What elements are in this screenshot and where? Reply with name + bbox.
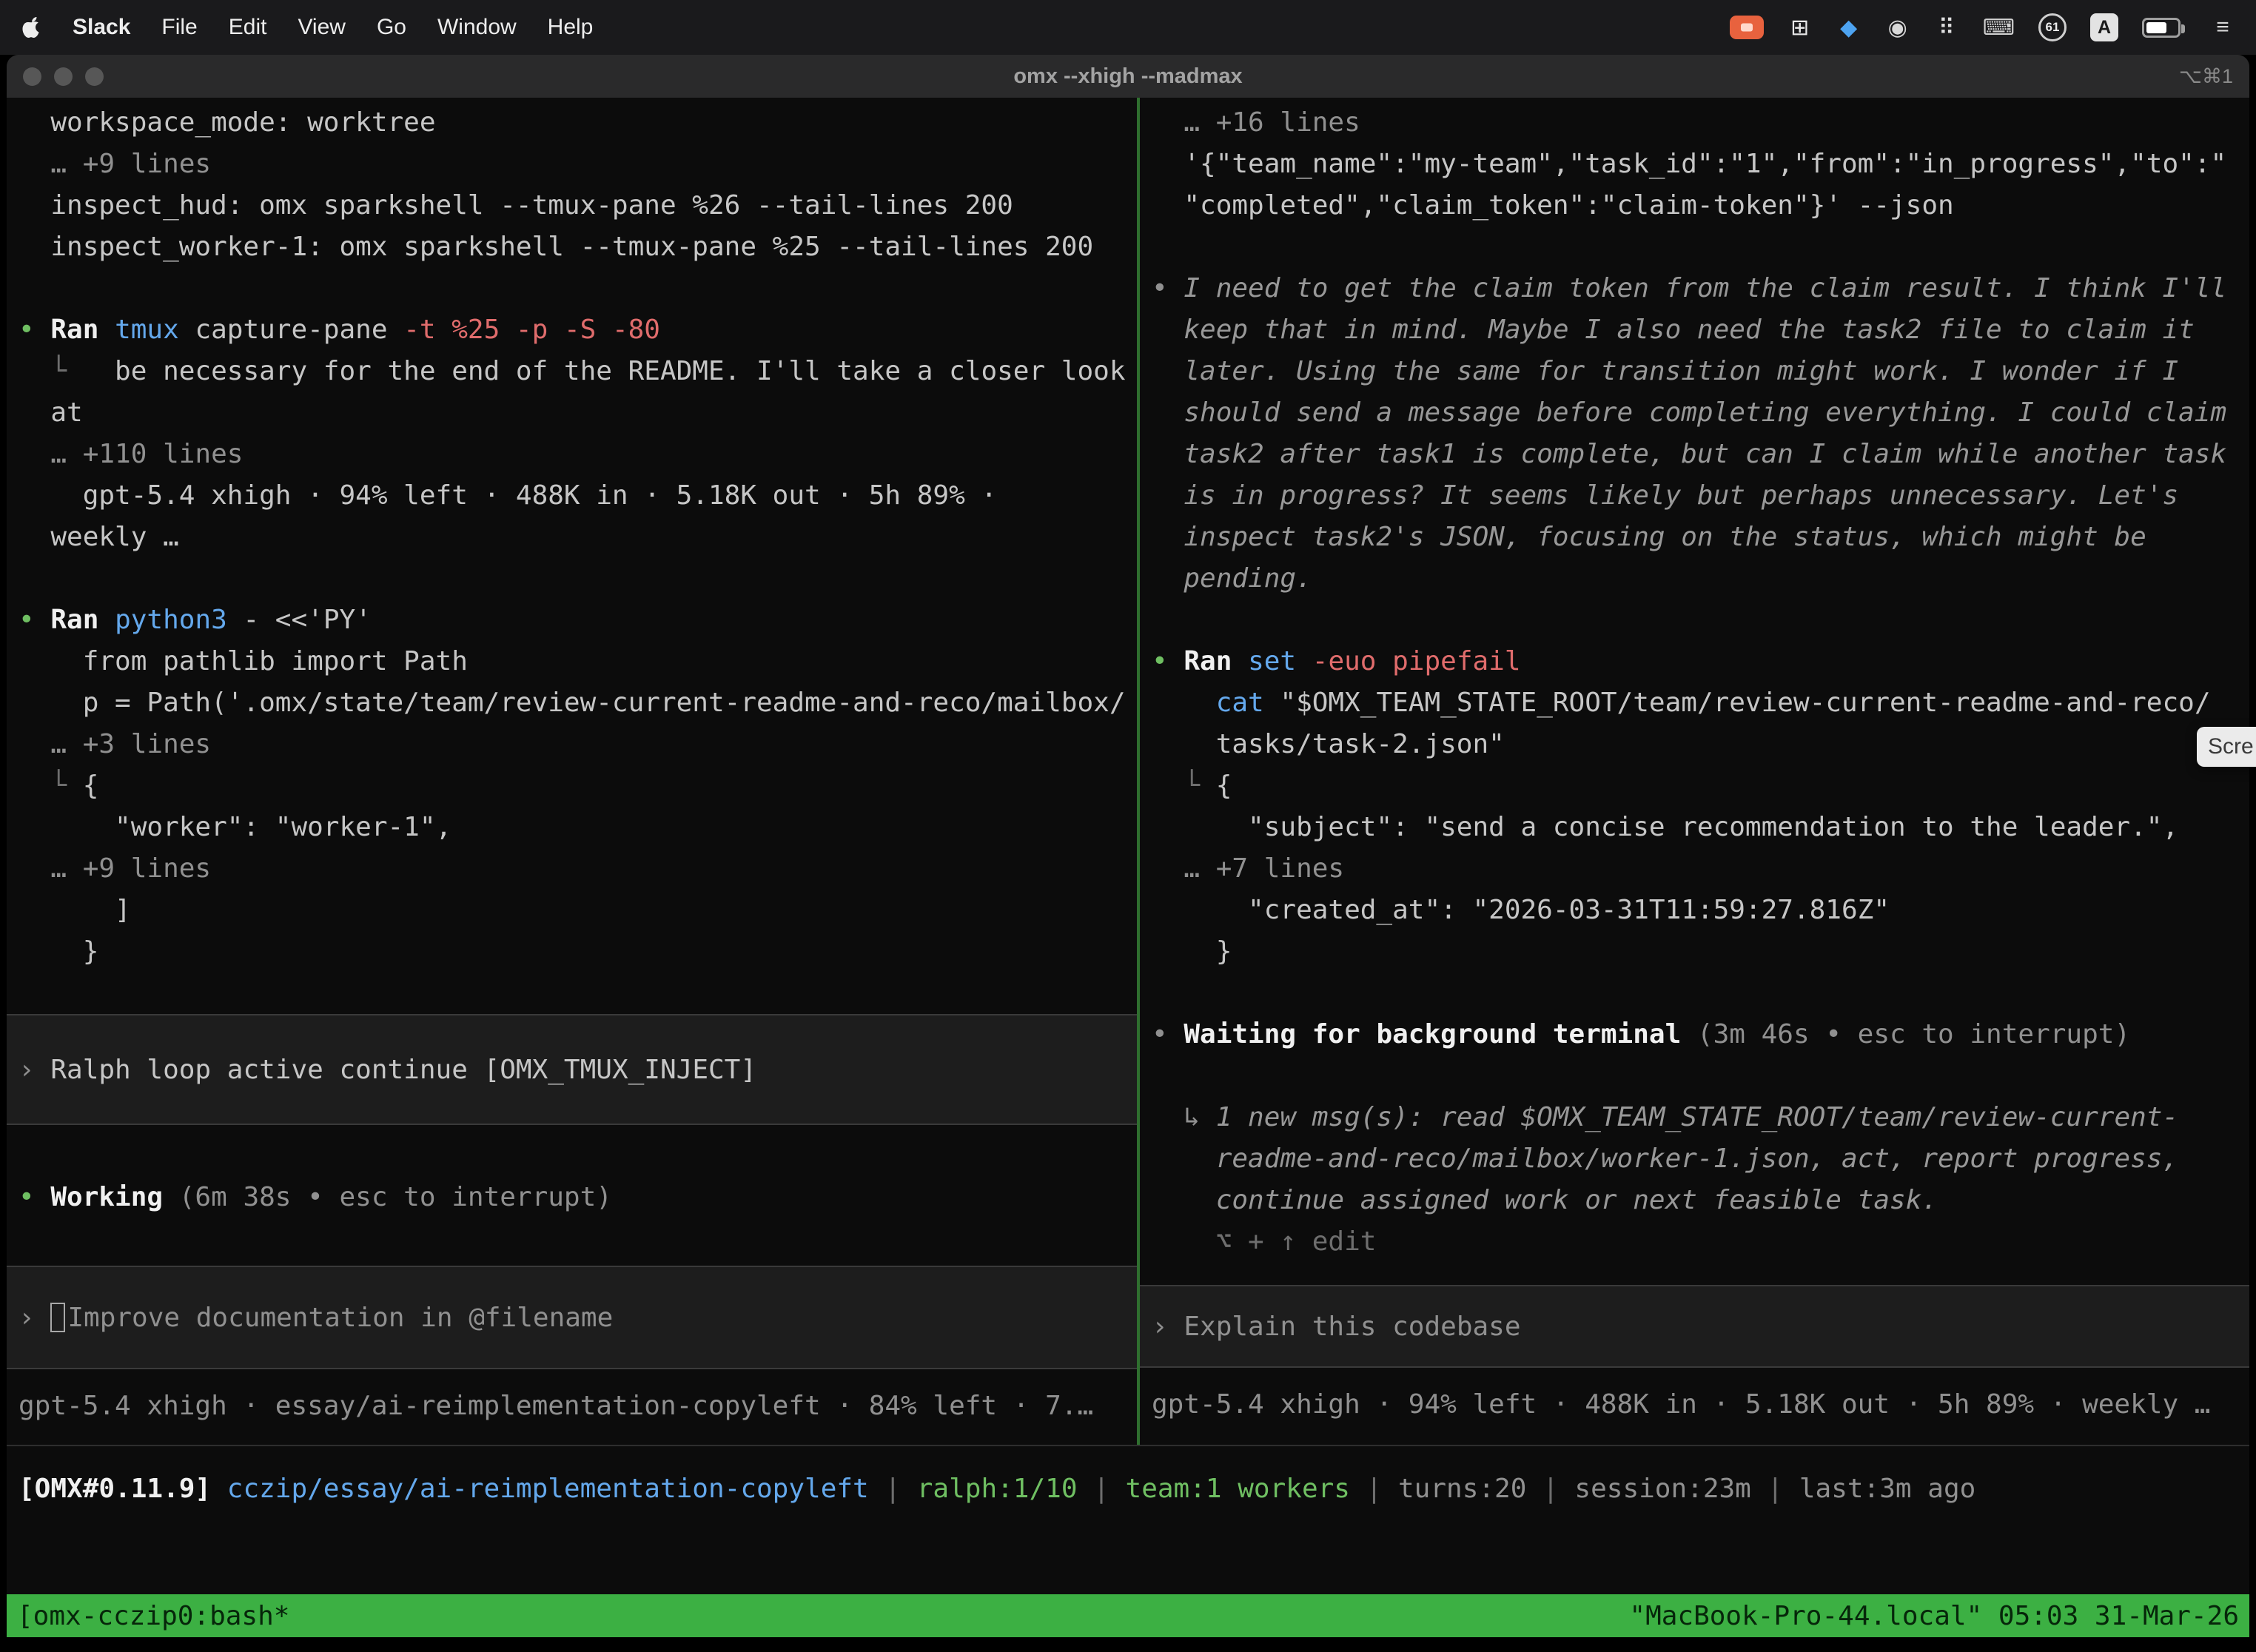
terminal-line: at bbox=[19, 392, 1137, 434]
terminal-line: tasks/task-2.json" bbox=[1152, 724, 2249, 765]
menu-item-view[interactable]: View bbox=[298, 15, 345, 40]
terminal-line: └ be necessary for the end of the README… bbox=[19, 351, 1137, 392]
terminal-line: keep that in mind. Maybe I also need the… bbox=[1152, 309, 2249, 351]
terminal-line: inspect_worker-1: omx sparkshell --tmux-… bbox=[19, 226, 1137, 268]
right-input-box[interactable]: › Explain this codebase bbox=[1140, 1285, 2249, 1368]
traffic-lights bbox=[23, 55, 104, 98]
terminal-line: gpt-5.4 xhigh · 94% left · 488K in · 5.1… bbox=[19, 475, 1137, 517]
blue-app-icon[interactable]: ◆ bbox=[1836, 12, 1861, 43]
terminal-line: is in progress? It seems likely but perh… bbox=[1152, 475, 2249, 517]
input-source-icon[interactable]: A bbox=[2090, 13, 2118, 41]
left-pane-body: workspace_mode: worktree … +9 lines insp… bbox=[19, 102, 1137, 1427]
terminal-line: "worker": "worker-1", bbox=[19, 807, 1137, 848]
close-button[interactable] bbox=[23, 67, 41, 86]
terminal-line: … +7 lines bbox=[1152, 848, 2249, 890]
terminal-line: weekly … bbox=[19, 517, 1137, 558]
terminal-line: • I need to get the claim token from the… bbox=[1152, 268, 2249, 309]
terminal-line: "subject": "send a concise recommendatio… bbox=[1152, 807, 2249, 848]
terminal-line: cat "$OMX_TEAM_STATE_ROOT/team/review-cu… bbox=[1152, 682, 2249, 724]
terminal-line: '{"team_name":"my-team","task_id":"1","f… bbox=[1152, 144, 2249, 185]
terminal-line: from pathlib import Path bbox=[19, 641, 1137, 682]
terminal-line: readme-and-reco/mailbox/worker-1.json, a… bbox=[1152, 1138, 2249, 1180]
menu-item-help[interactable]: Help bbox=[548, 15, 594, 40]
terminal-line: workspace_mode: worktree bbox=[19, 102, 1137, 144]
menu-item-go[interactable]: Go bbox=[377, 15, 406, 40]
tmux-host-clock-label: "MacBook-Pro-44.local" 05:03 31-Mar-26 bbox=[1629, 1601, 2239, 1631]
menu-status-icons: ⊞ ◆ ◉ ⠿ ⌨ 61 A ≡ bbox=[1730, 12, 2235, 43]
dark-app-icon[interactable]: ◉ bbox=[1885, 12, 1910, 43]
terminal-line: task2 after task1 is complete, but can I… bbox=[1152, 434, 2249, 475]
window-grid-icon[interactable]: ⊞ bbox=[1787, 12, 1813, 43]
tmux-session-label: [omx-cczip0:bash* bbox=[17, 1601, 289, 1631]
menu-item-window[interactable]: Window bbox=[437, 15, 517, 40]
terminal-line bbox=[19, 268, 1137, 309]
menu-item-edit[interactable]: Edit bbox=[229, 15, 267, 40]
screen-notification[interactable]: Scre bbox=[2197, 727, 2256, 767]
terminal-line bbox=[1152, 1055, 2249, 1097]
battery-icon[interactable] bbox=[2142, 18, 2181, 38]
right-pane-footer: gpt-5.4 xhigh · 94% left · 488K in · 5.1… bbox=[1152, 1384, 2249, 1426]
status-lines-icon[interactable]: ≡ bbox=[2210, 12, 2235, 43]
omx-status-line: [OMX#0.11.9] cczip/essay/ai-reimplementa… bbox=[7, 1446, 2249, 1510]
menu-item-file[interactable]: File bbox=[161, 15, 197, 40]
active-app-name[interactable]: Slack bbox=[73, 15, 130, 40]
terminal-line: • Ran tmux capture-pane -t %25 -p -S -80 bbox=[19, 309, 1137, 351]
terminal-line: … +110 lines bbox=[19, 434, 1137, 475]
screen-recording-icon[interactable] bbox=[1730, 16, 1764, 39]
terminal-line: … +16 lines bbox=[1152, 102, 2249, 144]
window-title-bar[interactable]: omx --xhigh --madmax ⌥⌘1 bbox=[7, 55, 2249, 98]
terminal-line: • Ran set -euo pipefail bbox=[1152, 641, 2249, 682]
terminal-content: workspace_mode: worktree … +9 lines insp… bbox=[7, 98, 2249, 1652]
window-shortcut-hint: ⌥⌘1 bbox=[2179, 65, 2233, 88]
zoom-button[interactable] bbox=[85, 67, 104, 86]
keyboard-icon[interactable]: ⌨ bbox=[1983, 12, 2015, 43]
terminal-line: } bbox=[1152, 931, 2249, 973]
tmux-pane-left[interactable]: workspace_mode: worktree … +9 lines insp… bbox=[7, 98, 1137, 1445]
left-input-box[interactable]: › Improve documentation in @filename bbox=[7, 1266, 1137, 1369]
ralph-loop-notice: › Ralph loop active continue [OMX_TMUX_I… bbox=[7, 1014, 1137, 1125]
window-title: omx --xhigh --madmax bbox=[1013, 64, 1242, 89]
terminal-line: inspect_hud: omx sparkshell --tmux-pane … bbox=[19, 185, 1137, 226]
terminal-line: ⌥ + ↑ edit bbox=[1152, 1221, 2249, 1263]
terminal-line: "created_at": "2026-03-31T11:59:27.816Z" bbox=[1152, 890, 2249, 931]
terminal-line: └ { bbox=[19, 765, 1137, 807]
battery-gauge-icon[interactable]: 61 bbox=[2038, 13, 2067, 41]
terminal-line: … +9 lines bbox=[19, 848, 1137, 890]
terminal-line bbox=[19, 973, 1137, 1014]
tmux-panes: workspace_mode: worktree … +9 lines insp… bbox=[7, 98, 2249, 1446]
menu-bar: Slack File Edit View Go Window Help ⊞ ◆ ◉ ⠿… bbox=[0, 0, 2256, 55]
terminal-line: inspect task2's JSON, focusing on the st… bbox=[1152, 517, 2249, 558]
dots-grid-icon[interactable]: ⠿ bbox=[1934, 12, 1959, 43]
terminal-line: └ { bbox=[1152, 765, 2249, 807]
terminal-line: ] bbox=[19, 890, 1137, 931]
tmux-status-bar: [omx-cczip0:bash* "MacBook-Pro-44.local"… bbox=[7, 1594, 2249, 1637]
bottom-gap bbox=[7, 1637, 2249, 1652]
right-pane-body: … +16 lines '{"team_name":"my-team","tas… bbox=[1152, 102, 2249, 1426]
terminal-line bbox=[1152, 973, 2249, 1014]
minimize-button[interactable] bbox=[54, 67, 73, 86]
working-status: • Working (6m 38s • esc to interrupt) bbox=[19, 1177, 1137, 1218]
tmux-pane-right[interactable]: … +16 lines '{"team_name":"my-team","tas… bbox=[1140, 98, 2249, 1445]
terminal-line bbox=[1152, 226, 2249, 268]
terminal-line: should send a message before completing … bbox=[1152, 392, 2249, 434]
text-cursor bbox=[50, 1303, 65, 1332]
terminal-line: … +3 lines bbox=[19, 724, 1137, 765]
terminal-line: later. Using the same for transition mig… bbox=[1152, 351, 2249, 392]
terminal-line: continue assigned work or next feasible … bbox=[1152, 1180, 2249, 1221]
terminal-window: omx --xhigh --madmax ⌥⌘1 workspace_mode:… bbox=[7, 55, 2249, 1652]
apple-menu-icon[interactable] bbox=[21, 16, 41, 39]
terminal-line: ↳ 1 new msg(s): read $OMX_TEAM_STATE_ROO… bbox=[1152, 1097, 2249, 1138]
terminal-line: p = Path('.omx/state/team/review-current… bbox=[19, 682, 1137, 724]
terminal-line: } bbox=[19, 931, 1137, 973]
terminal-line: "completed","claim_token":"claim-token"}… bbox=[1152, 185, 2249, 226]
terminal-line: • Ran python3 - <<'PY' bbox=[19, 600, 1137, 641]
terminal-line: pending. bbox=[1152, 558, 2249, 600]
terminal-line bbox=[19, 558, 1137, 600]
terminal-line bbox=[1152, 600, 2249, 641]
waiting-status: • Waiting for background terminal (3m 46… bbox=[1152, 1014, 2249, 1055]
terminal-line: … +9 lines bbox=[19, 144, 1137, 185]
left-pane-footer: gpt-5.4 xhigh · essay/ai-reimplementatio… bbox=[19, 1386, 1137, 1427]
